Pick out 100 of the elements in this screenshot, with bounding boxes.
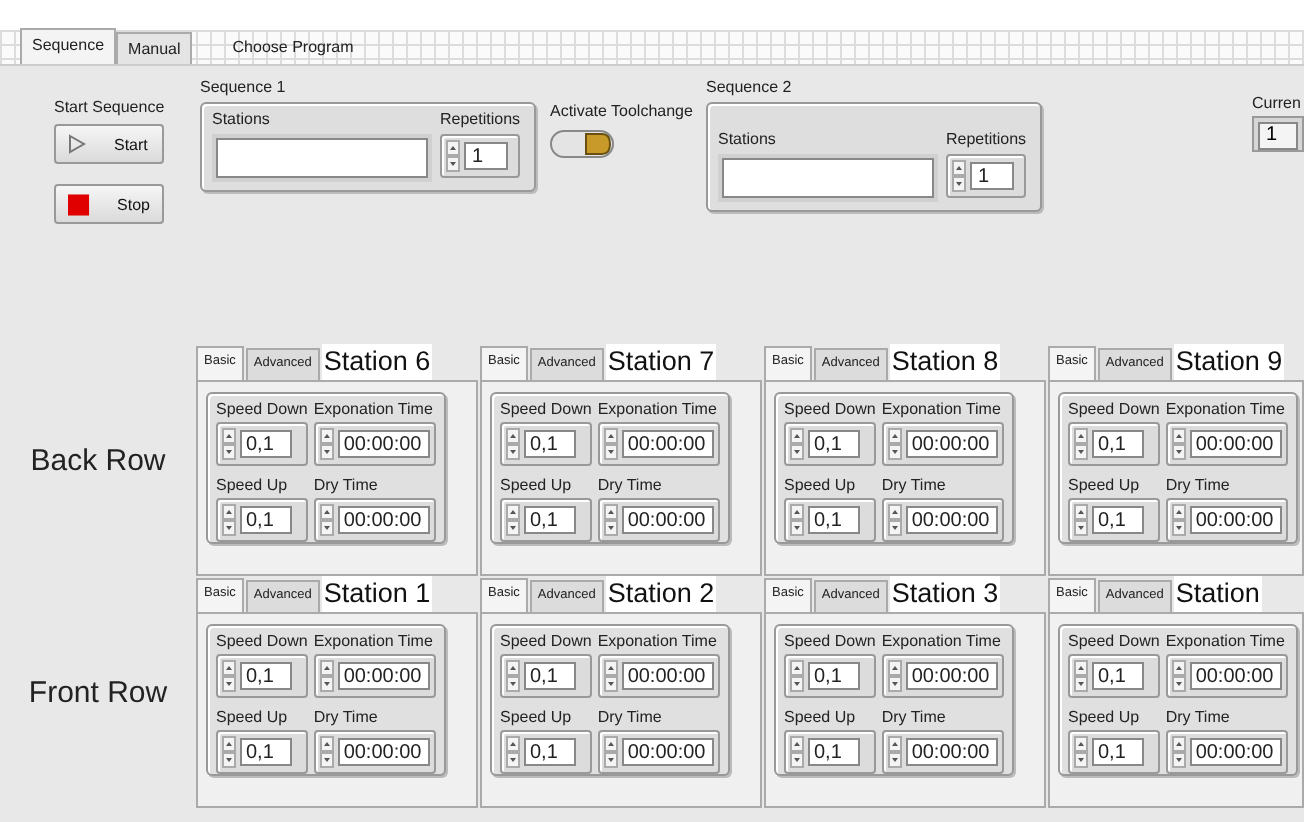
time-field[interactable]: 00:00:00 <box>1189 506 1282 534</box>
time-field[interactable]: 00:00:00 <box>621 506 714 534</box>
current-indicator: 1 <box>1252 116 1304 152</box>
spin-buttons[interactable] <box>222 660 236 692</box>
field-label: Speed Up <box>216 708 290 728</box>
field-label: Dry Time <box>1165 708 1232 728</box>
group-label: Start Sequence <box>54 98 165 118</box>
field-label: Exponation Time <box>597 400 719 420</box>
numeric-field[interactable]: 0,1 <box>524 738 576 766</box>
numeric-field[interactable]: 0,1 <box>524 506 576 534</box>
spin-buttons[interactable] <box>603 660 618 692</box>
time-field[interactable]: 00:00:00 <box>1189 662 1282 690</box>
repetitions-field[interactable]: 1 <box>464 142 508 170</box>
spin-buttons[interactable] <box>887 504 902 536</box>
field-label: Exponation Time <box>313 632 435 652</box>
time-field[interactable]: 00:00:00 <box>337 662 430 690</box>
repetitions-field[interactable]: 1 <box>970 162 1014 190</box>
spin-buttons[interactable] <box>1171 504 1186 536</box>
numeric-field[interactable]: 0,1 <box>524 662 576 690</box>
station-title: Station 2 <box>605 576 717 612</box>
spin-buttons[interactable] <box>319 660 334 692</box>
numeric-field[interactable]: 0,1 <box>808 506 860 534</box>
numeric-field[interactable]: 0,1 <box>240 506 292 534</box>
start-button[interactable]: Start <box>54 124 164 164</box>
field-label: Speed Up <box>500 708 574 728</box>
page-tab[interactable]: Sequence <box>20 28 117 64</box>
spin-buttons[interactable] <box>603 736 618 768</box>
cluster-label: Sequence 1 <box>200 78 288 98</box>
spin-buttons[interactable] <box>603 504 618 536</box>
numeric-field[interactable]: 0,1 <box>240 738 292 766</box>
field-label: Dry Time <box>1165 476 1232 496</box>
spin-buttons[interactable] <box>1074 428 1088 460</box>
field-label: Speed Down <box>784 632 876 652</box>
page-tab[interactable]: Manual <box>116 32 193 64</box>
numeric-field[interactable]: 0,1 <box>240 662 292 690</box>
spin-buttons[interactable] <box>319 504 334 536</box>
numeric-field[interactable]: 0,1 <box>808 738 860 766</box>
spin-buttons[interactable] <box>603 428 618 460</box>
toggle-switch[interactable] <box>550 130 614 158</box>
stations-field[interactable] <box>216 138 428 178</box>
spin-buttons[interactable] <box>1074 504 1088 536</box>
time-field[interactable]: 00:00:00 <box>621 662 714 690</box>
numeric-field[interactable]: 0,1 <box>1092 738 1144 766</box>
station-title: Station 8 <box>889 344 1001 380</box>
time-field[interactable]: 00:00:00 <box>905 738 998 766</box>
field-label: Speed Down <box>1068 400 1160 420</box>
spin-buttons[interactable] <box>887 428 902 460</box>
spin-buttons[interactable] <box>1171 428 1186 460</box>
spin-buttons[interactable] <box>952 160 966 192</box>
spin-buttons[interactable] <box>506 428 520 460</box>
spin-buttons[interactable] <box>887 736 902 768</box>
time-field[interactable]: 00:00:00 <box>905 430 998 458</box>
program-label: Choose Program <box>232 38 354 56</box>
field-label: Speed Up <box>1068 708 1142 728</box>
spin-buttons[interactable] <box>222 736 236 768</box>
time-field[interactable]: 00:00:00 <box>337 430 430 458</box>
time-field[interactable]: 00:00:00 <box>905 506 998 534</box>
spin-buttons[interactable] <box>446 140 460 172</box>
stations-field[interactable] <box>722 158 934 198</box>
time-field[interactable]: 00:00:00 <box>905 662 998 690</box>
spin-buttons[interactable] <box>319 736 334 768</box>
field-label: Dry Time <box>597 476 664 496</box>
time-field[interactable]: 00:00:00 <box>621 430 714 458</box>
numeric-field[interactable]: 0,1 <box>1092 506 1144 534</box>
time-field[interactable]: 00:00:00 <box>621 738 714 766</box>
spin-buttons[interactable] <box>1171 736 1186 768</box>
spin-buttons[interactable] <box>506 736 520 768</box>
stop-button[interactable]: Stop <box>54 184 164 224</box>
field-label: Speed Up <box>1068 476 1142 496</box>
time-field[interactable]: 00:00:00 <box>1189 738 1282 766</box>
numeric-field[interactable]: 0,1 <box>808 430 860 458</box>
row-label: Front Row <box>28 675 168 709</box>
spin-buttons[interactable] <box>790 504 804 536</box>
time-field[interactable]: 00:00:00 <box>1189 430 1282 458</box>
field-label: Dry Time <box>597 708 664 728</box>
spin-buttons[interactable] <box>222 428 236 460</box>
spin-buttons[interactable] <box>319 428 334 460</box>
spin-buttons[interactable] <box>790 660 804 692</box>
field-label: Stations <box>718 130 778 150</box>
spin-buttons[interactable] <box>1074 660 1088 692</box>
time-field[interactable]: 00:00:00 <box>337 738 430 766</box>
field-label: Exponation Time <box>1165 632 1287 652</box>
spin-buttons[interactable] <box>887 660 902 692</box>
cluster-label: Sequence 2 <box>706 78 794 98</box>
spin-buttons[interactable] <box>1074 736 1088 768</box>
numeric-field[interactable]: 0,1 <box>240 430 292 458</box>
station-title: Station 9 <box>1173 344 1285 380</box>
spin-buttons[interactable] <box>506 660 520 692</box>
time-field[interactable]: 00:00:00 <box>337 506 430 534</box>
field-label: Dry Time <box>881 476 948 496</box>
numeric-field[interactable]: 0,1 <box>1092 662 1144 690</box>
spin-buttons[interactable] <box>222 504 236 536</box>
numeric-field[interactable]: 0,1 <box>808 662 860 690</box>
spin-buttons[interactable] <box>1171 660 1186 692</box>
numeric-field[interactable]: 0,1 <box>1092 430 1144 458</box>
numeric-field[interactable]: 0,1 <box>524 430 576 458</box>
spin-buttons[interactable] <box>790 428 804 460</box>
spin-buttons[interactable] <box>790 736 804 768</box>
spin-buttons[interactable] <box>506 504 520 536</box>
field-label: Repetitions <box>440 110 521 130</box>
